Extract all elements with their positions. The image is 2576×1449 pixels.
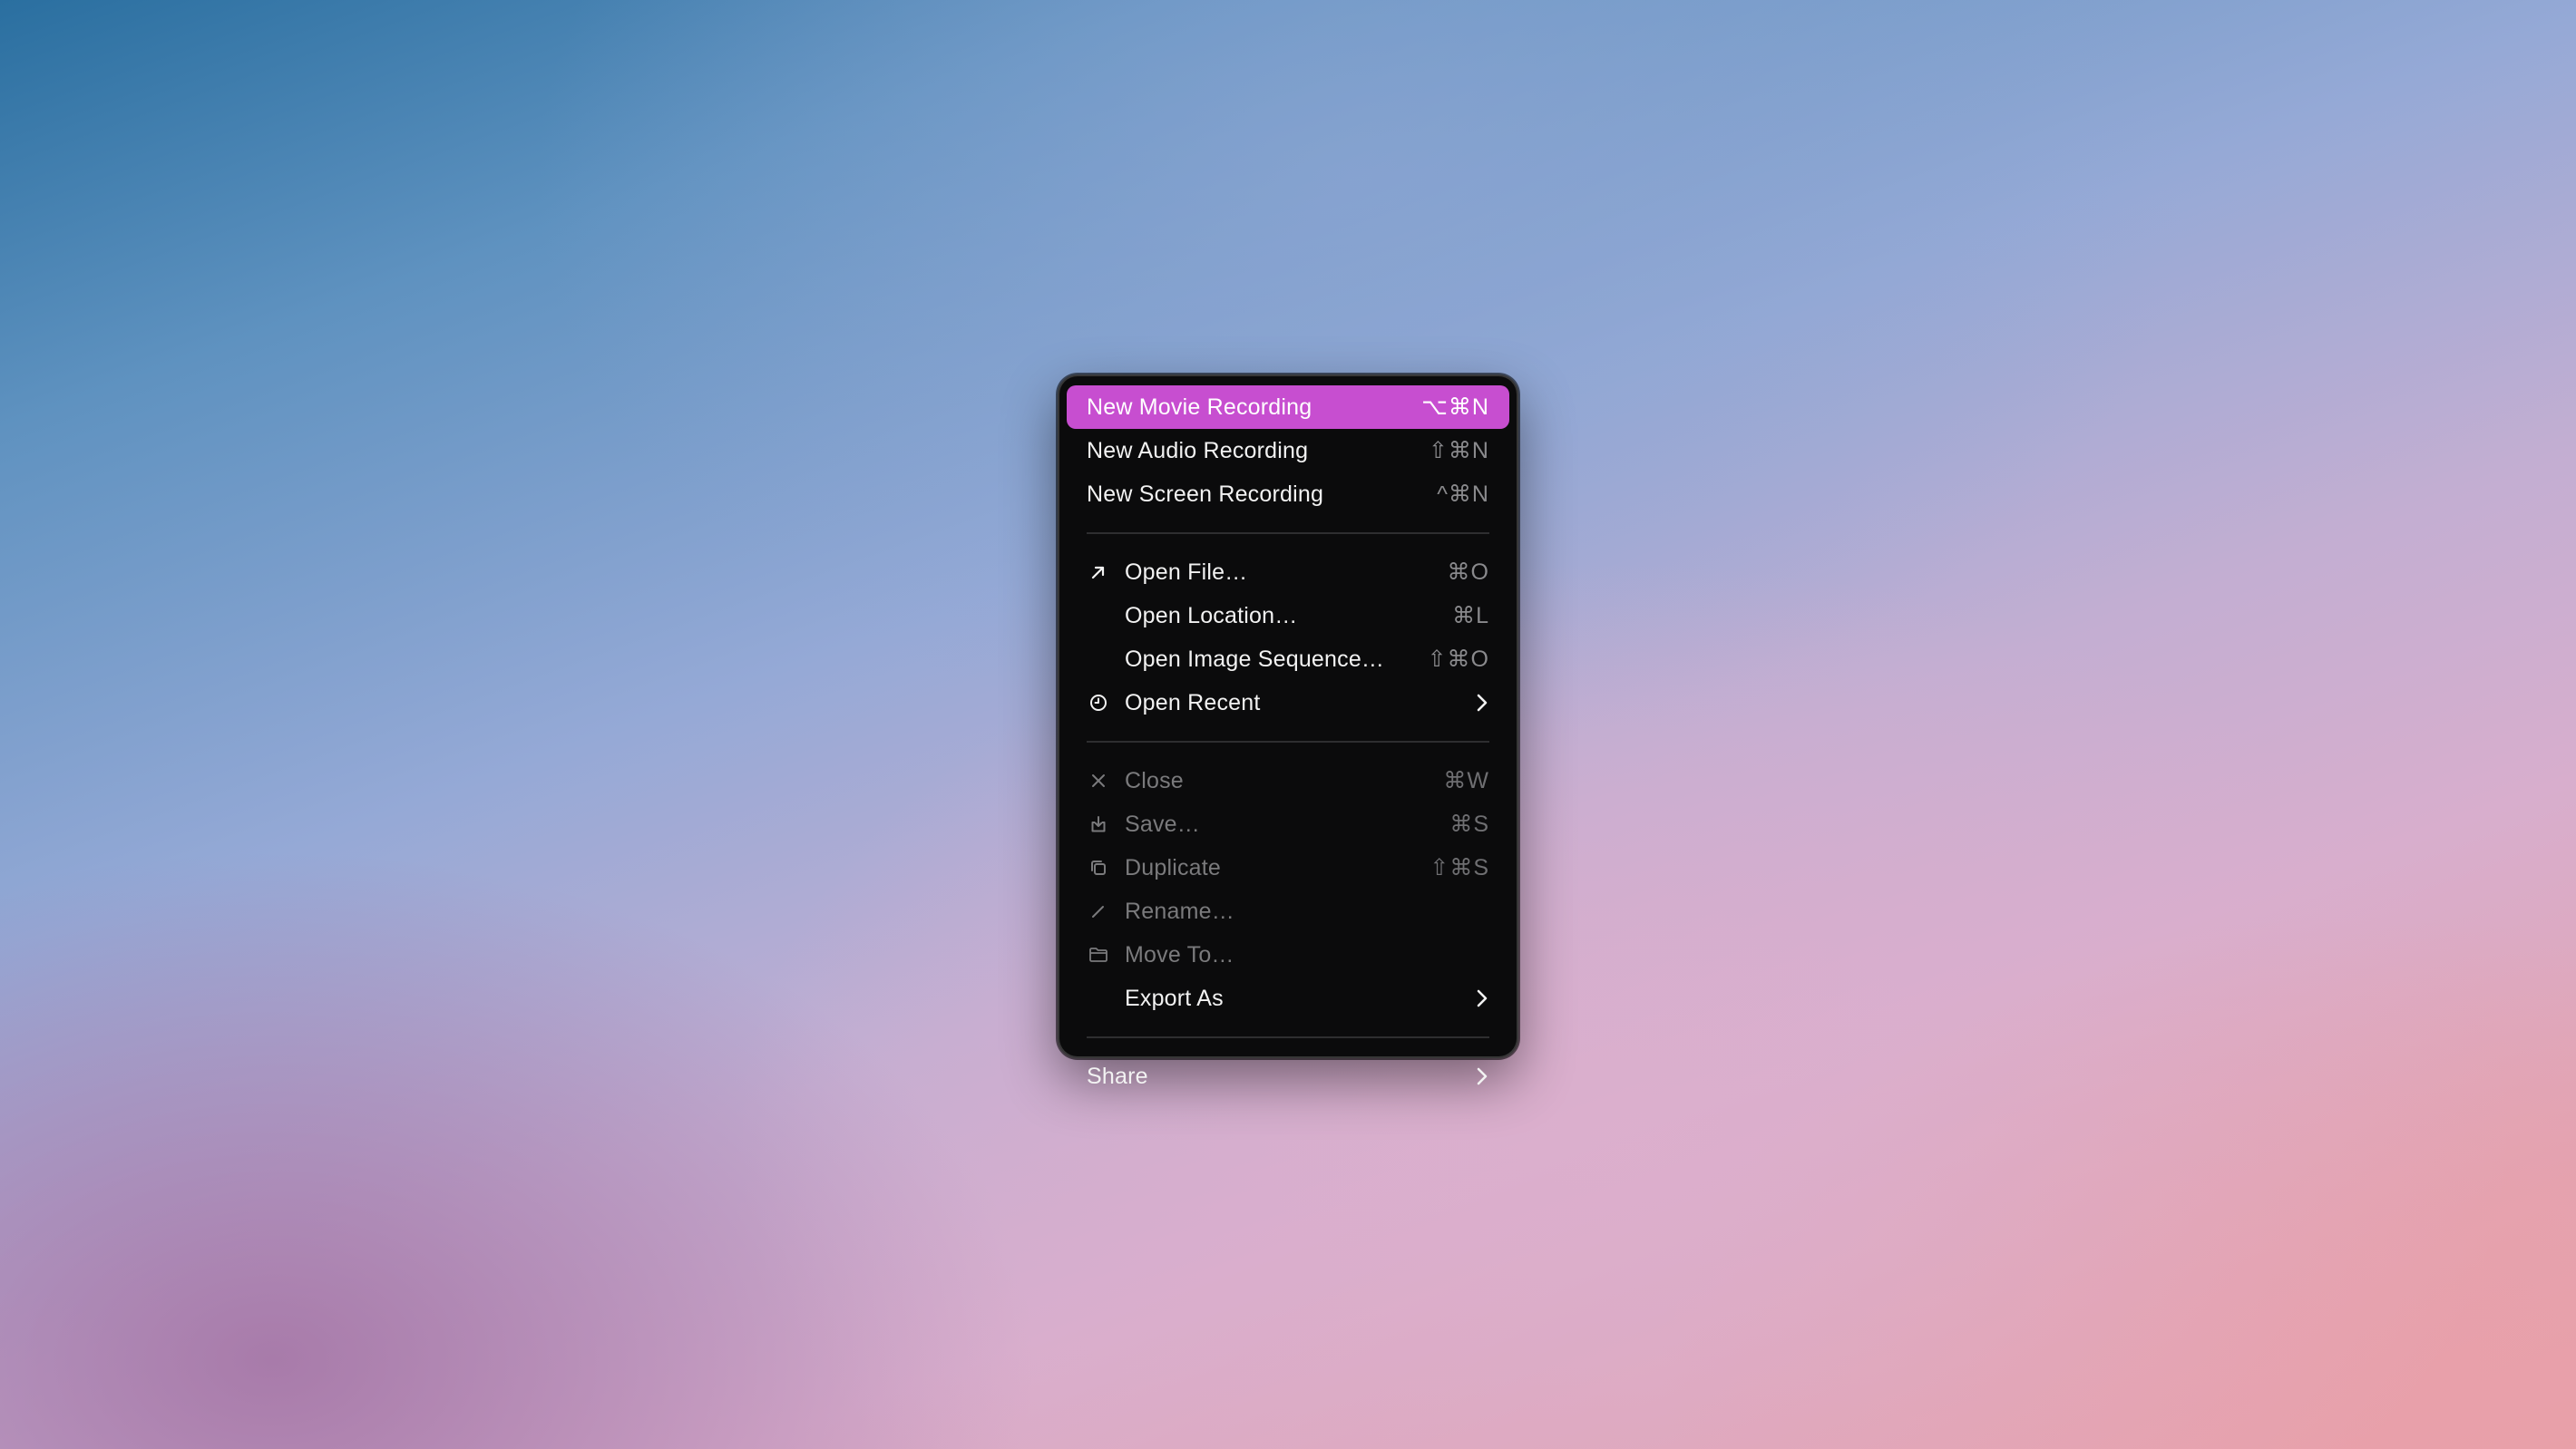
menu-item-label: New Movie Recording — [1087, 394, 1312, 420]
shortcut-label: ⇧⌘S — [1429, 855, 1489, 880]
menu-item-open-image-sequence[interactable]: Open Image Sequence… ⇧⌘O — [1067, 637, 1509, 681]
menu-item-label: Open Image Sequence… — [1125, 646, 1385, 672]
menu-item-label: Open Location… — [1125, 602, 1298, 628]
menu-item-rename[interactable]: Rename… — [1067, 890, 1509, 933]
menu-item-label: Rename… — [1125, 898, 1234, 924]
menu-item-label: Duplicate — [1125, 854, 1222, 880]
shortcut-label: ⌘S — [1449, 812, 1489, 837]
menu-item-label: Share — [1087, 1063, 1148, 1089]
menu-item-label: Open File… — [1125, 559, 1248, 585]
menu-item-open-file[interactable]: Open File… ⌘O — [1067, 550, 1509, 594]
shortcut-label: ^⌘N — [1437, 481, 1489, 507]
menu-item-move-to[interactable]: Move To… — [1067, 933, 1509, 977]
menu-item-duplicate[interactable]: Duplicate ⇧⌘S — [1067, 846, 1509, 890]
chevron-right-icon — [1473, 1065, 1491, 1088]
shortcut-label: ⌘L — [1452, 603, 1489, 628]
save-icon — [1087, 812, 1110, 836]
menu-item-new-movie-recording[interactable]: New Movie Recording ⌥⌘N — [1067, 385, 1509, 429]
close-icon — [1087, 769, 1110, 793]
menu-item-open-location[interactable]: Open Location… ⌘L — [1067, 594, 1509, 637]
menu-item-label: New Screen Recording — [1087, 481, 1324, 507]
menu-item-export-as[interactable]: Export As — [1067, 977, 1509, 1020]
menu-item-label: Export As — [1125, 985, 1224, 1011]
duplicate-icon — [1087, 856, 1110, 880]
shortcut-label: ⌘W — [1443, 768, 1489, 793]
shortcut-label: ⌥⌘N — [1421, 394, 1489, 420]
menu-item-label: Move To… — [1125, 941, 1234, 968]
file-menu: New Movie Recording ⌥⌘N New Audio Record… — [1058, 374, 1518, 1089]
menu-separator — [1087, 1036, 1489, 1038]
menu-item-new-audio-recording[interactable]: New Audio Recording ⇧⌘N — [1067, 429, 1509, 472]
arrow-up-right-icon — [1087, 560, 1110, 584]
menu-item-new-screen-recording[interactable]: New Screen Recording ^⌘N — [1067, 472, 1509, 516]
menu-item-label: Open Recent — [1125, 689, 1261, 715]
menu-item-label: New Audio Recording — [1087, 437, 1309, 463]
chevron-right-icon — [1473, 691, 1491, 715]
menu-item-label: Close — [1125, 767, 1184, 793]
shortcut-label: ⇧⌘N — [1428, 438, 1489, 463]
menu-item-open-recent[interactable]: Open Recent — [1067, 681, 1509, 724]
menu-item-close[interactable]: Close ⌘W — [1067, 759, 1509, 802]
menu-item-save[interactable]: Save… ⌘S — [1067, 802, 1509, 846]
menu-item-share[interactable]: Share — [1067, 1055, 1509, 1098]
clock-icon — [1087, 691, 1110, 715]
shortcut-label: ⌘O — [1447, 559, 1489, 585]
chevron-right-icon — [1473, 987, 1491, 1010]
pencil-icon — [1087, 900, 1110, 923]
menu-separator — [1087, 741, 1489, 743]
folder-icon — [1087, 943, 1110, 967]
menu-item-label: Save… — [1125, 811, 1200, 837]
shortcut-label: ⇧⌘O — [1427, 647, 1489, 672]
menu-separator — [1087, 532, 1489, 534]
